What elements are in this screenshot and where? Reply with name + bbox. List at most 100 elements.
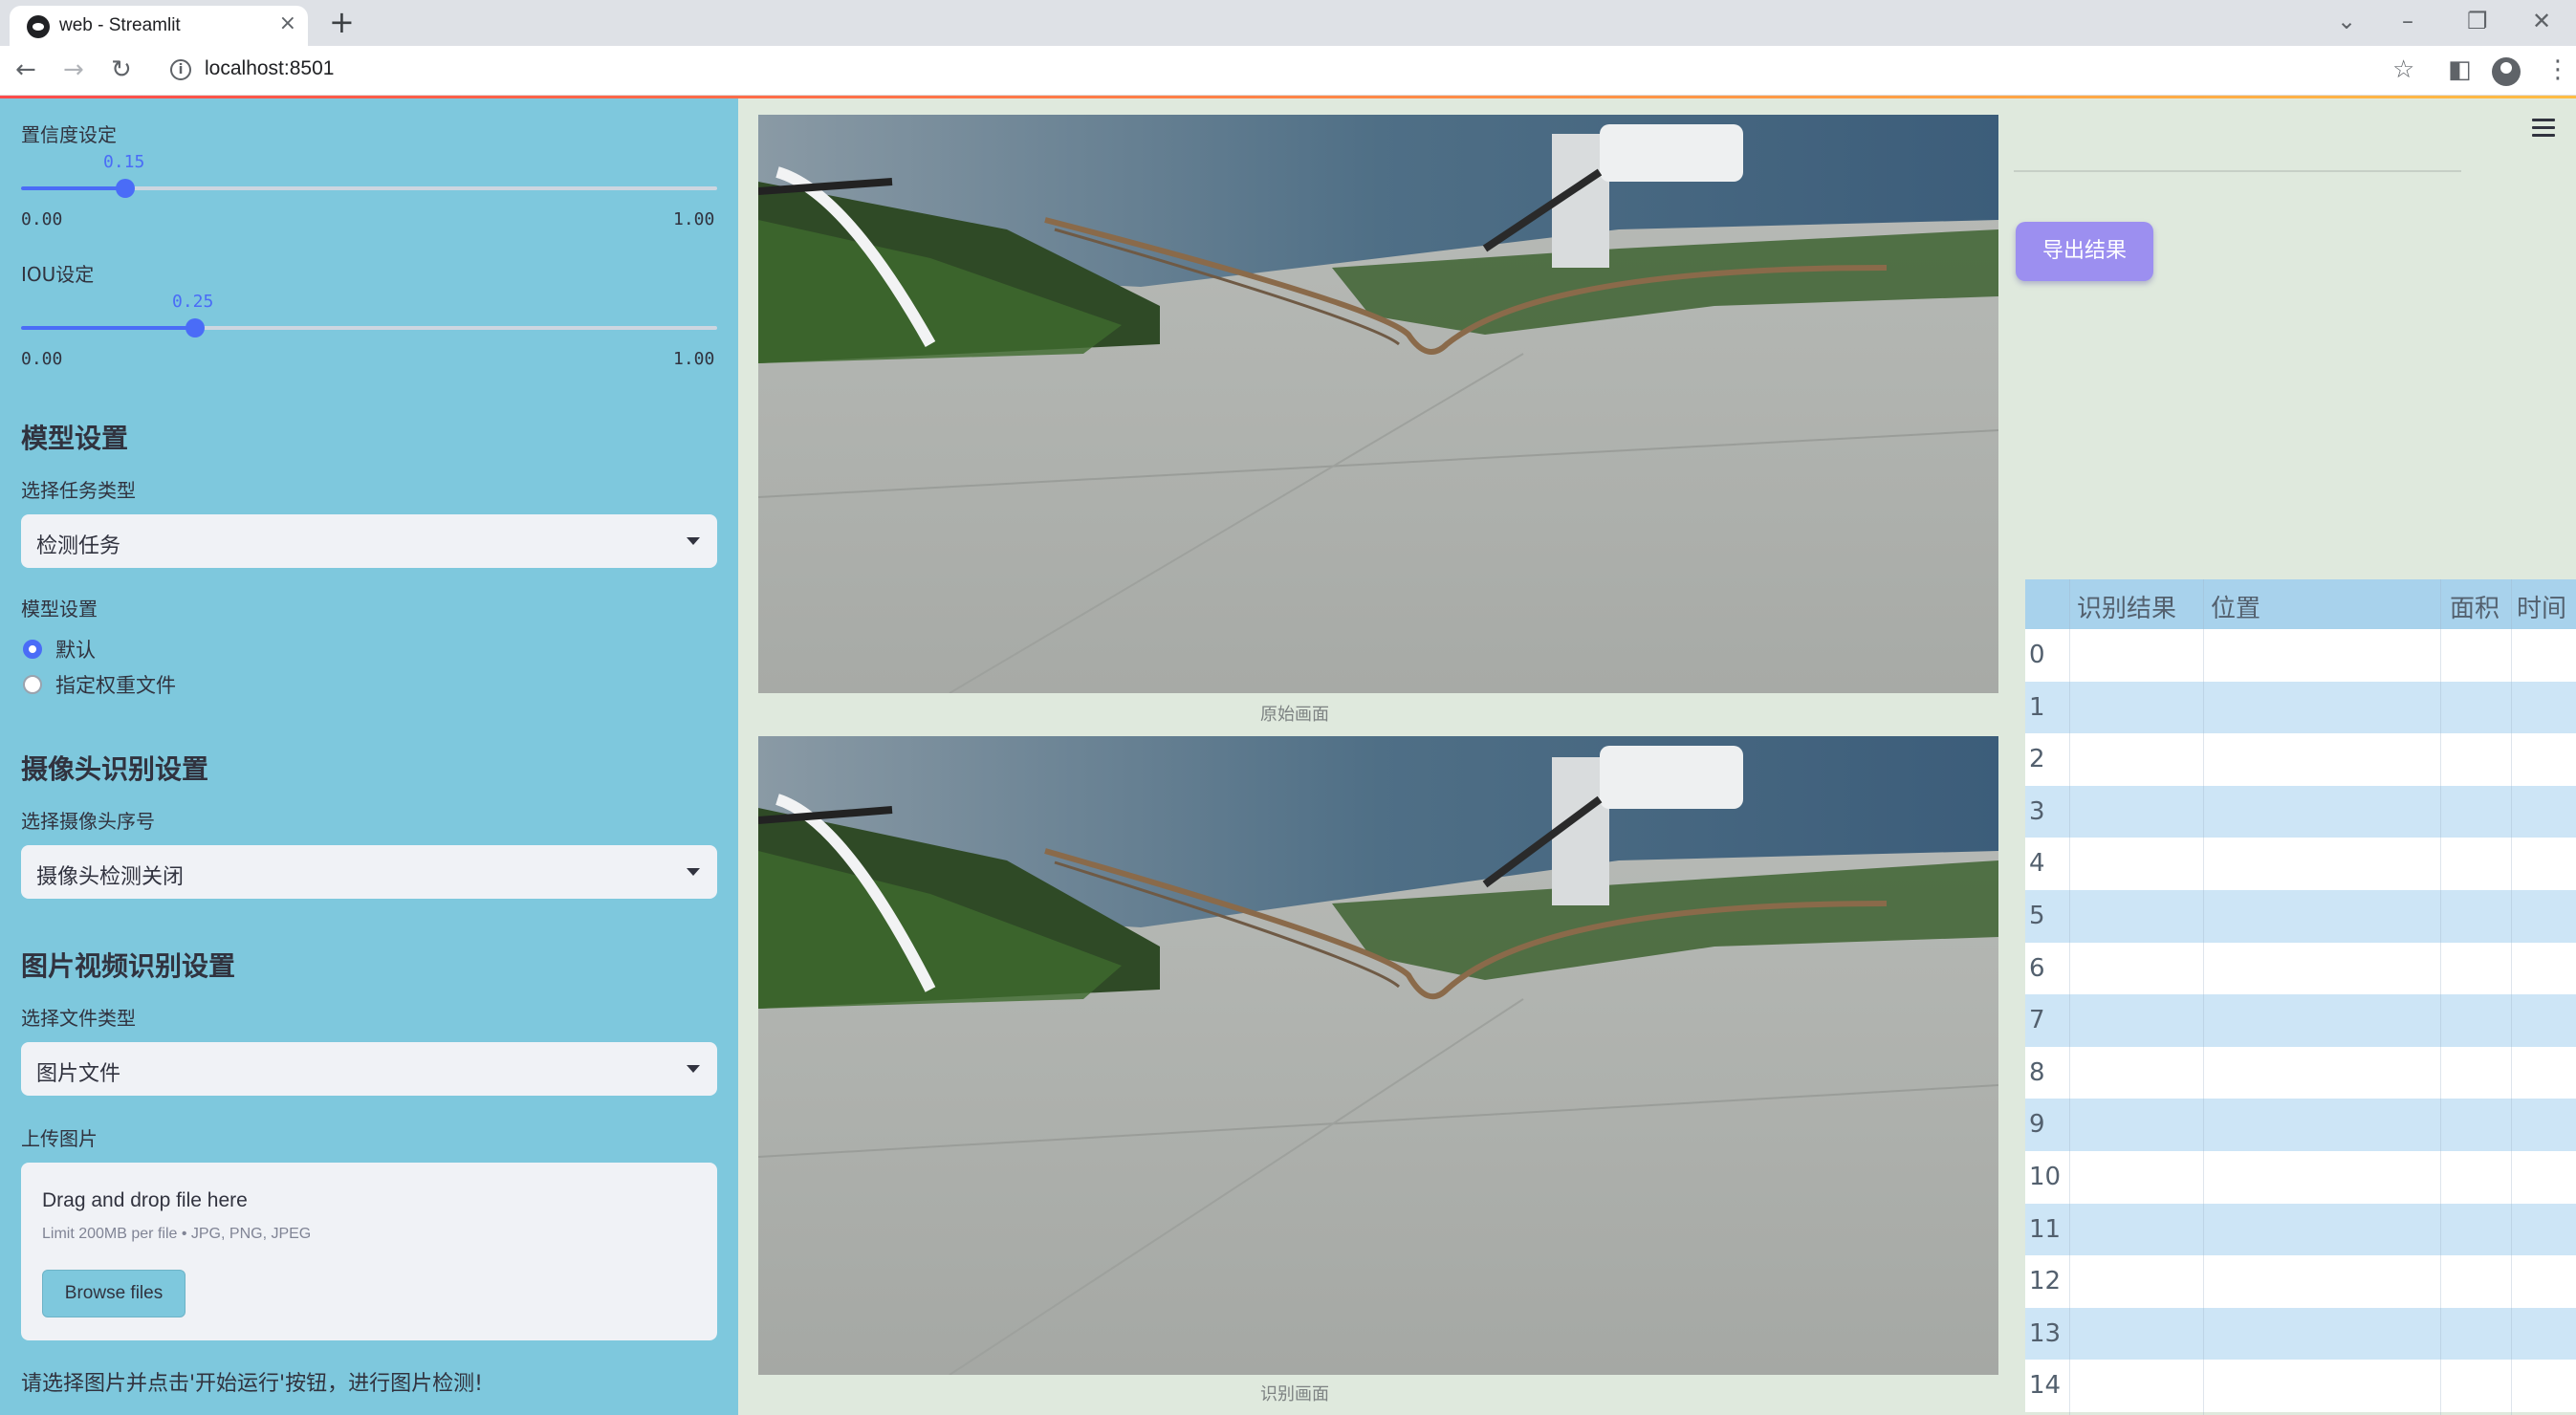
table-row[interactable]: 6 [2025,942,2576,995]
confidence-label: 置信度设定 [21,123,117,146]
row-index: 8 [2029,1057,2045,1087]
row-index: 2 [2029,745,2045,774]
bookmark-star-icon[interactable]: ☆ [2392,55,2414,84]
dropzone-title: Drag and drop file here [42,1189,248,1211]
iou-max: 1.00 [673,349,715,369]
row-index: 4 [2029,849,2045,879]
address-bar: ← → ↻ i localhost:8501 ☆ ◧ ⋮ [0,46,2576,96]
hamburger-menu-icon[interactable] [2532,119,2555,138]
table-row[interactable]: 10 [2025,1150,2576,1204]
row-index: 3 [2029,796,2045,826]
instruction-text: 请选择图片并点击'开始运行'按钮，进行图片检测! [21,1372,483,1396]
greenhouse-scene-original [758,115,1998,693]
browser-menu-icon[interactable]: ⋮ [2545,55,2570,84]
table-col-divider [2511,579,2512,1415]
close-tab-icon[interactable]: × [279,11,296,35]
radio-custom-weights-label: 指定权重文件 [55,674,176,697]
back-icon[interactable]: ← [15,55,36,84]
iou-slider-thumb[interactable] [186,318,205,337]
table-col-divider [2069,579,2070,1415]
row-index: 7 [2029,1006,2045,1035]
iou-slider-fill [21,326,195,330]
table-row[interactable]: 13 [2025,1307,2576,1361]
close-window-icon[interactable]: ✕ [2532,8,2551,34]
col-header-result[interactable]: 识别结果 [2077,589,2176,624]
original-image-caption: 原始画面 [1260,705,1329,725]
camera-index-label: 选择摄像头序号 [21,810,155,833]
camera-select[interactable]: 摄像头检测关闭 [21,845,717,899]
row-index: 10 [2029,1162,2062,1191]
table-row[interactable]: 3 [2025,785,2576,838]
streamlit-favicon-icon [27,15,50,38]
radio-checked-icon[interactable] [23,640,42,659]
confidence-min: 0.00 [21,209,63,229]
col-header-time[interactable]: 时间 [2517,589,2566,624]
dropzone-limit: Limit 200MB per file • JPG, PNG, JPEG [42,1226,312,1242]
camera-settings-header: 摄像头识别设置 [21,753,209,785]
export-results-button[interactable]: 导出结果 [2016,222,2153,281]
table-col-divider [2440,579,2441,1415]
camera-select-value: 摄像头检测关闭 [36,865,185,889]
browser-tab[interactable]: web - Streamlit × [10,6,308,46]
restore-icon[interactable]: ❐ [2467,8,2488,34]
results-table[interactable]: 识别结果 位置 面积 时间 0 1 2 3 4 5 6 7 8 9 10 11 12 13 14 [2025,579,2576,1412]
new-tab-icon[interactable]: + [329,4,355,40]
media-settings-header: 图片视频识别设置 [21,950,236,982]
table-col-divider [2203,579,2204,1415]
row-index: 1 [2029,692,2045,722]
confidence-slider-thumb[interactable] [116,179,135,198]
table-header: 识别结果 位置 面积 时间 [2025,579,2576,629]
browse-files-button[interactable]: Browse files [42,1270,186,1317]
table-row[interactable]: 7 [2025,994,2576,1047]
confidence-max: 1.00 [673,209,715,229]
side-panel-icon[interactable]: ◧ [2448,55,2472,84]
profile-avatar-icon[interactable] [2492,57,2521,86]
row-index: 12 [2029,1267,2062,1296]
browser-tab-bar: web - Streamlit × + ⌄ – ❐ ✕ [0,0,2576,46]
chevron-down-icon [687,1065,700,1073]
greenhouse-scene-result [758,736,1998,1375]
tab-search-chevron-icon[interactable]: ⌄ [2337,8,2356,34]
table-body: 0 1 2 3 4 5 6 7 8 9 10 11 12 13 14 [2025,629,2576,1412]
forward-icon[interactable]: → [63,55,84,84]
url-field[interactable]: localhost:8501 [205,57,334,80]
divider [2014,170,2461,172]
row-index: 0 [2029,641,2045,669]
original-image [758,115,1998,693]
row-index: 6 [2029,953,2045,983]
table-row[interactable]: 9 [2025,1099,2576,1151]
file-type-label: 选择文件类型 [21,1007,136,1030]
col-header-area[interactable]: 面积 [2450,589,2500,624]
iou-slider[interactable] [21,318,717,337]
row-index: 11 [2029,1214,2062,1244]
reload-icon[interactable]: ↻ [111,55,132,84]
table-row[interactable]: 0 [2025,629,2576,682]
site-info-icon[interactable]: i [170,59,191,80]
tab-title: web - Streamlit [59,15,181,35]
upload-label: 上传图片 [21,1127,98,1150]
table-row[interactable]: 2 [2025,733,2576,786]
table-row[interactable]: 12 [2025,1255,2576,1308]
confidence-slider-fill [21,186,125,190]
confidence-slider[interactable] [21,179,717,198]
table-row[interactable]: 8 [2025,1046,2576,1099]
file-dropzone[interactable]: Drag and drop file here Limit 200MB per … [21,1163,717,1340]
table-row[interactable]: 14 [2025,1360,2576,1412]
radio-unchecked-icon[interactable] [23,675,42,694]
radio-default-label: 默认 [55,639,96,662]
iou-label: IOU设定 [21,263,95,286]
confidence-value: 0.15 [103,152,145,172]
model-settings-label: 模型设置 [21,598,98,620]
col-header-position[interactable]: 位置 [2211,589,2260,624]
table-row[interactable]: 1 [2025,681,2576,734]
iou-min: 0.00 [21,349,63,369]
file-type-select[interactable]: 图片文件 [21,1042,717,1096]
table-row[interactable]: 11 [2025,1203,2576,1256]
table-row[interactable]: 4 [2025,838,2576,890]
chevron-down-icon [687,537,700,545]
minimize-icon[interactable]: – [2402,8,2413,34]
result-image-caption: 识别画面 [1260,1384,1329,1404]
model-settings-header: 模型设置 [21,423,129,454]
table-row[interactable]: 5 [2025,889,2576,943]
task-type-select[interactable]: 检测任务 [21,514,717,568]
